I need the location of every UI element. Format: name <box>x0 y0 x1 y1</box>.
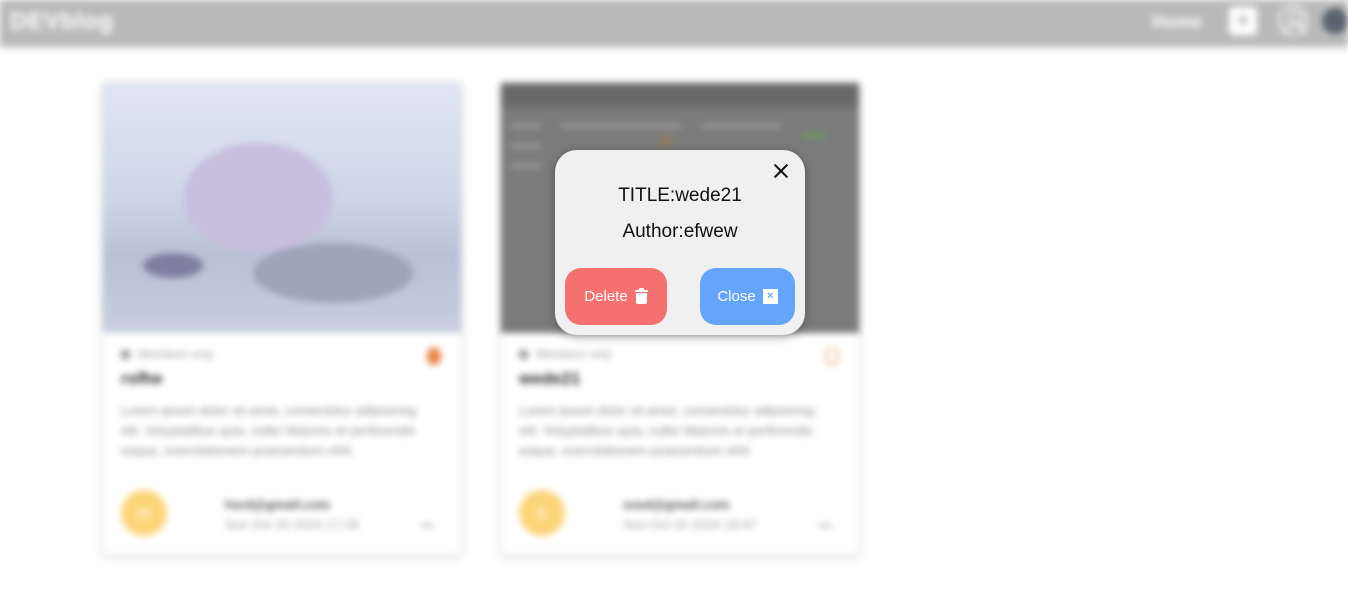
close-button[interactable]: Close × <box>700 268 795 325</box>
delete-button[interactable]: Delete <box>565 268 667 325</box>
nav-home-link[interactable]: Home <box>1152 12 1202 33</box>
post-image <box>103 83 461 333</box>
more-options-icon[interactable]: ••• <box>819 521 833 532</box>
author-avatar: E <box>519 490 565 536</box>
user-icon[interactable] <box>1278 5 1308 35</box>
delete-button-label: Delete <box>584 288 628 305</box>
avatar[interactable] <box>1322 8 1348 34</box>
close-box-icon: × <box>762 289 778 304</box>
post-description: Lorem ipsum dolor sit amet, consectetur … <box>519 403 815 458</box>
heart-icon[interactable] <box>427 347 441 365</box>
brand-logo[interactable]: DEVblog <box>10 8 114 36</box>
modal-title-text: TITLE:wede21 <box>618 185 742 206</box>
author-avatar: W <box>121 490 167 536</box>
author-email: sxed@gmail.com <box>623 497 730 512</box>
lock-icon <box>519 350 528 360</box>
post-title[interactable]: wede21 <box>519 369 580 389</box>
navbar: DEVblog Home + <box>0 0 1348 46</box>
post-title[interactable]: rsfhe <box>121 369 163 389</box>
author-email: hsrd@gmail.com <box>225 497 331 512</box>
heart-icon[interactable] <box>825 347 839 365</box>
members-only-label: Members only <box>519 347 611 361</box>
post-date: Sun Oct 20 2024 18:47 <box>623 517 757 532</box>
post-description: Lorem ipsum dolor sit amet, consectetur … <box>121 403 417 458</box>
more-options-icon[interactable]: ••• <box>421 521 435 532</box>
close-icon[interactable] <box>770 160 792 182</box>
modal-author-text: Author:efwew <box>622 221 738 242</box>
post-card[interactable]: Members only rsfhe Lorem ipsum dolor sit… <box>103 83 461 555</box>
plus-icon[interactable]: + <box>1229 7 1257 35</box>
post-date: Sun Oct 20 2024 17:28 <box>225 517 359 532</box>
trash-icon <box>634 288 648 304</box>
close-button-label: Close <box>717 288 756 305</box>
members-only-label: Members only <box>121 347 213 361</box>
lock-icon <box>121 350 130 360</box>
